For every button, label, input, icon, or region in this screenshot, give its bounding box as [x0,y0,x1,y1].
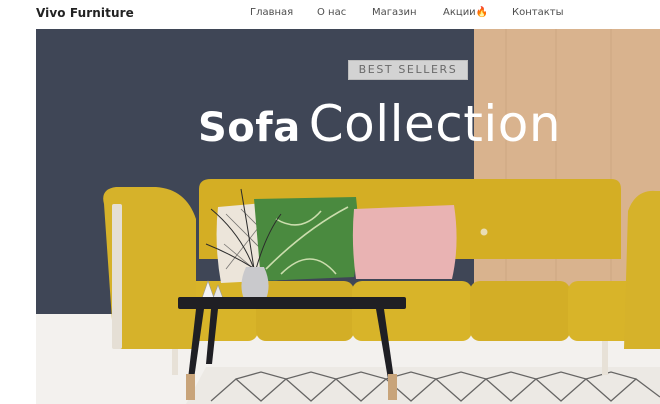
hero-title-light: Collection [308,95,562,153]
nav-item-shop[interactable]: Магазин [372,7,417,18]
nav-item-sales[interactable]: Акции🔥 [443,7,488,18]
nav-item-contacts[interactable]: Контакты [512,7,563,18]
badge-label: BEST SELLERS [358,63,458,76]
hero-title-bold: Sofa [198,105,301,151]
hero-image [36,29,660,404]
coffee-table-top [178,297,406,309]
best-sellers-badge: BEST SELLERS [348,60,468,80]
hero-title: Sofa Collection [198,95,561,153]
vase [241,267,269,299]
nav-item-about[interactable]: О нас [317,7,346,18]
main-nav: Главная О нас Магазин Акции🔥 Контакты [0,7,660,21]
pillow-pink [352,205,457,279]
hero-banner: BEST SELLERS Sofa Collection [36,29,660,404]
top-bar: Vivo Furniture Главная О нас Магазин Акц… [0,0,660,28]
sofa-arm-right [624,190,660,349]
nav-item-home[interactable]: Главная [250,7,293,18]
